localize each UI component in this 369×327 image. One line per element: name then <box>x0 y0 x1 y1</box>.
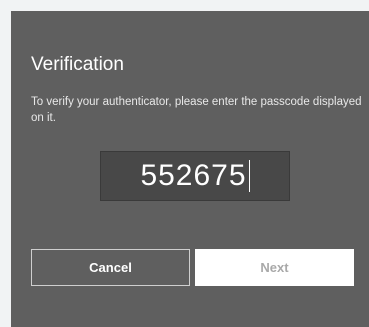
passcode-value[interactable]: 552675 <box>140 161 246 191</box>
cancel-button[interactable]: Cancel <box>31 249 190 286</box>
passcode-field[interactable]: 552675 <box>100 151 290 201</box>
dialog-title: Verification <box>31 54 124 75</box>
verification-dialog: Verification To verify your authenticato… <box>11 11 369 327</box>
dialog-description: To verify your authenticator, please ent… <box>31 96 362 124</box>
next-button[interactable]: Next <box>195 249 354 286</box>
next-button-label: Next <box>260 260 289 275</box>
cancel-button-label: Cancel <box>89 260 132 275</box>
text-caret <box>248 160 250 192</box>
